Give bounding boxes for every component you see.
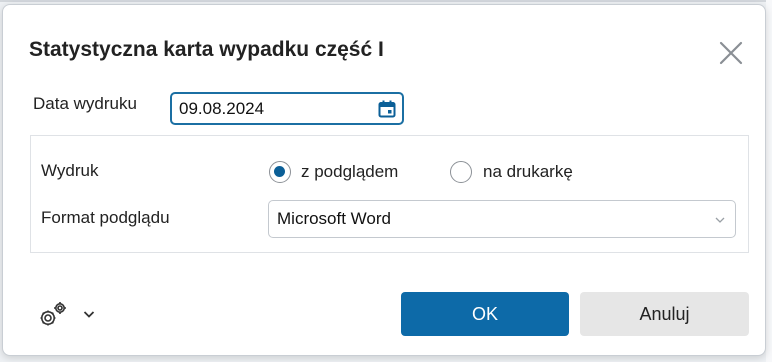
calendar-icon[interactable] [378,100,396,118]
radio-with-preview-label[interactable]: z podglądem [301,162,398,182]
settings-chevron-down-icon[interactable] [82,307,96,321]
date-value: 09.08.2024 [179,99,265,118]
preview-format-value: Microsoft Word [277,209,391,228]
preview-format-label: Format podglądu [41,208,170,227]
background-edge [766,0,772,362]
close-icon[interactable] [718,40,744,66]
radio-to-printer[interactable] [450,161,472,183]
dialog-title: Statystyczna karta wypadku część I [29,38,384,61]
background-line [0,0,772,2]
cancel-button[interactable]: Anuluj [580,292,749,336]
print-label: Wydruk [41,161,99,180]
preview-format-select[interactable]: Microsoft Word [268,200,736,238]
date-input[interactable]: 09.08.2024 [170,92,404,125]
date-label: Data wydruku [33,94,137,113]
gears-icon[interactable] [37,299,69,331]
chevron-down-icon [715,217,725,223]
radio-to-printer-label[interactable]: na drukarkę [483,162,573,182]
ok-button[interactable]: OK [401,292,569,336]
dialog: Statystyczna karta wypadku część I Data … [2,4,766,356]
radio-with-preview[interactable] [269,161,291,183]
